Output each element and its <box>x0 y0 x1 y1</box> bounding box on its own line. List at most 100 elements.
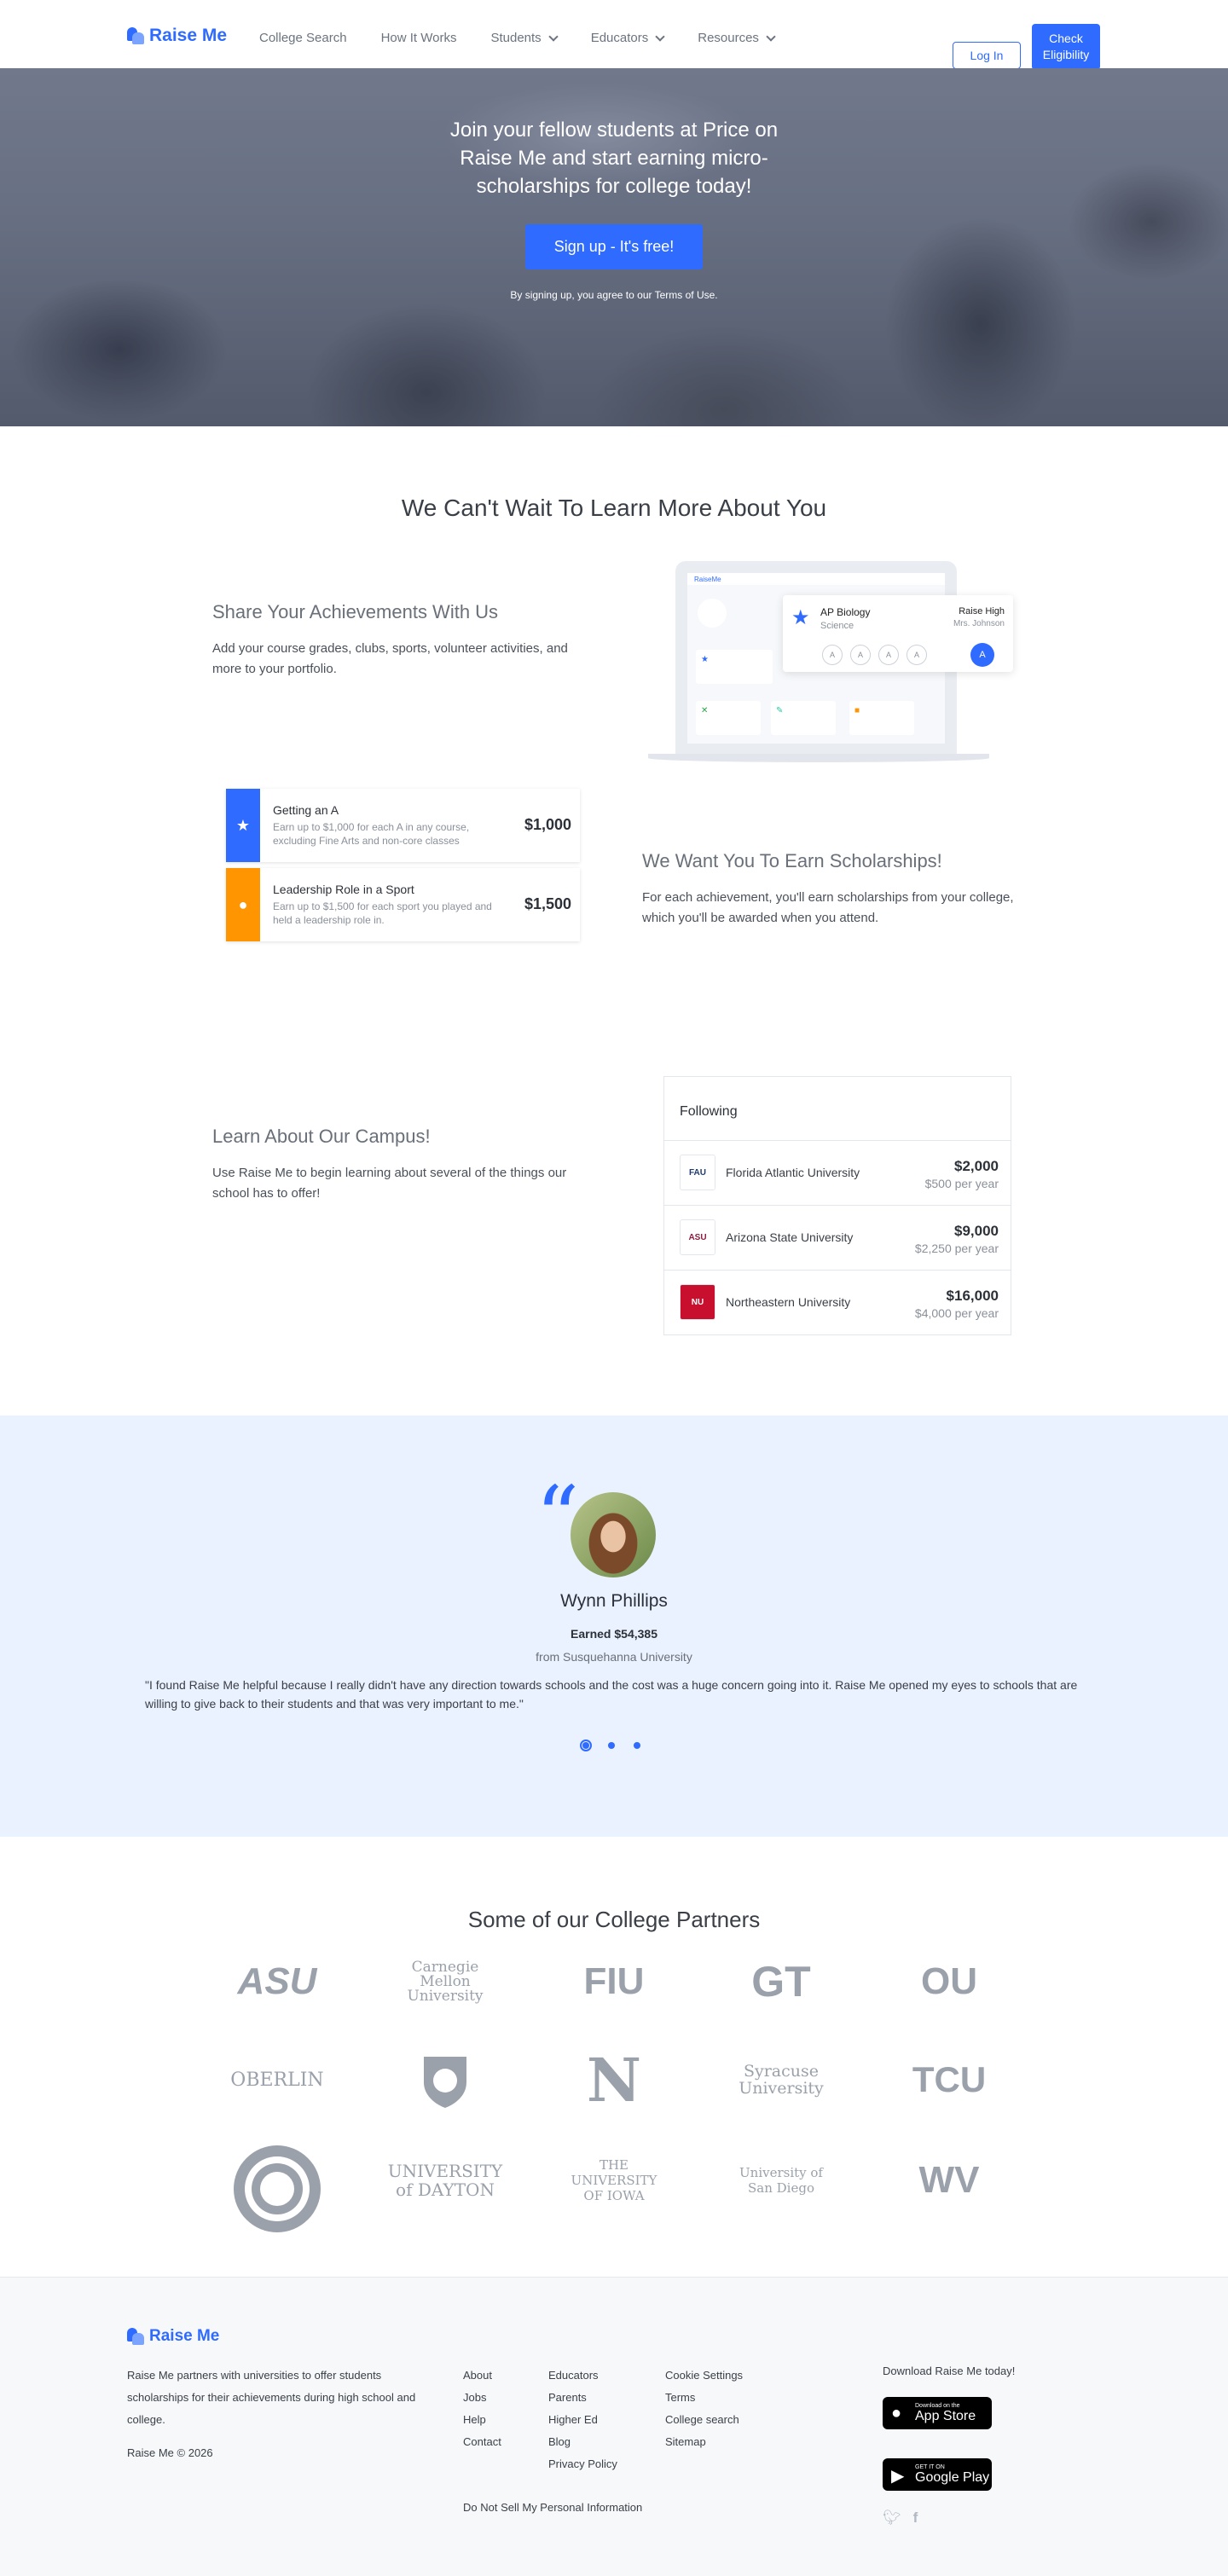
google-play-button[interactable]: ▶ GET IT ON Google Play <box>883 2458 992 2491</box>
university-logo: NU <box>680 1284 715 1320</box>
about-title: We Can't Wait To Learn More About You <box>401 495 827 521</box>
about-section: We Can't Wait To Learn More About You Sh… <box>0 426 1228 1415</box>
grade-option[interactable]: A <box>850 645 871 665</box>
partner-logo: TCU <box>912 2059 987 2099</box>
university-amount: $16,000 <box>946 1288 999 1304</box>
following-row[interactable]: ASU Arizona State University $9,000 $2,2… <box>664 1206 1011 1271</box>
scholarship-row: ★ Getting an A Earn up to $1,000 for eac… <box>226 789 580 862</box>
footer-link[interactable]: Terms <box>665 2387 743 2409</box>
nav-how-it-works[interactable]: How It Works <box>381 31 457 45</box>
feature-scholarships-title: We Want You To Earn Scholarships! <box>642 850 942 871</box>
footer-link[interactable]: Sitemap <box>665 2431 743 2453</box>
feature-scholarships: We Want You To Earn Scholarships! For ea… <box>642 850 1026 929</box>
partner-logo: FIU <box>583 1960 645 2002</box>
star-icon: ★ <box>226 789 260 862</box>
app-store-small: Download on the <box>915 2402 960 2409</box>
testimonial-name: Wynn Phillips <box>560 1591 668 1611</box>
footer-link[interactable]: Blog <box>548 2431 617 2453</box>
top-nav: Raise Me College Search How It Works Stu… <box>0 0 1228 70</box>
penn-state-shield-icon <box>424 2057 466 2108</box>
facebook-icon[interactable]: f <box>913 2509 918 2527</box>
twitter-icon[interactable]: 🐦︎ <box>883 2509 901 2527</box>
following-card: Following FAU Florida Atlantic Universit… <box>663 1076 1011 1335</box>
star-icon: ★ <box>791 606 810 629</box>
carousel-dot[interactable] <box>631 1740 643 1751</box>
carousel-dot[interactable] <box>580 1740 592 1751</box>
nav-college-search[interactable]: College Search <box>259 31 347 45</box>
check-eligibility-button[interactable]: Check Eligibility <box>1032 24 1100 70</box>
signup-button[interactable]: Sign up - It's free! <box>525 224 703 269</box>
medal-icon: ■ <box>854 706 860 715</box>
university-per-year: $4,000 per year <box>914 1306 999 1320</box>
following-row[interactable]: NU Northeastern University $16,000 $4,00… <box>664 1271 1011 1335</box>
footer-link[interactable]: Educators <box>548 2365 617 2387</box>
university-name: Northeastern University <box>726 1295 851 1309</box>
teacher-name: Mrs. Johnson <box>953 619 1005 628</box>
partners-title: Some of our College Partners <box>467 1907 761 1932</box>
grade-option[interactable]: A <box>822 645 843 665</box>
partner-logo: N <box>587 2044 641 2116</box>
university-name: Florida Atlantic University <box>726 1166 860 1179</box>
app-store-button[interactable]: ● Download on the App Store <box>883 2397 992 2429</box>
footer-link[interactable]: Cookie Settings <box>665 2365 743 2387</box>
university-of-chicago-seal-icon <box>234 2145 321 2232</box>
footer-link[interactable]: Parents <box>548 2387 617 2409</box>
star-icon: ★ <box>701 655 709 664</box>
carousel-dot[interactable] <box>605 1740 617 1751</box>
check-icon: ✕ <box>701 706 709 715</box>
footer-link[interactable]: Privacy Policy <box>548 2453 617 2475</box>
apple-icon: ● <box>891 2404 902 2423</box>
feature-campus-title: Learn About Our Campus! <box>212 1126 431 1147</box>
testimonial-quote: "I found Raise Me helpful because I real… <box>145 1678 1078 1711</box>
course-name: AP Biology <box>820 606 871 618</box>
scholarship-row: ● Leadership Role in a Sport Earn up to … <box>226 868 580 941</box>
footer-link[interactable]: Contact <box>463 2431 501 2453</box>
google-play-label: Google Play <box>915 2469 990 2485</box>
testimonial-section: “ Wynn Phillips Earned $54,385 from Susq… <box>0 1415 1228 1837</box>
nav-students[interactable]: Students <box>490 31 559 45</box>
laptop-illustration: RaiseMe ★ ✕ ✎ ■ ★ AP Biology Science Rai… <box>648 561 1013 766</box>
footer: Raise Me Raise Me partners with universi… <box>0 2277 1228 2576</box>
footer-col-3: Cookie Settings Terms College search Sit… <box>665 2365 743 2453</box>
university-amount: $9,000 <box>954 1223 999 1239</box>
grade-option[interactable]: A <box>907 645 927 665</box>
feature-achievements: Share Your Achievements With Us Add your… <box>212 601 596 680</box>
partner-logo <box>226 2142 328 2236</box>
partner-logo: THE UNIVERSITY OF IOWA <box>571 2157 657 2203</box>
footer-link[interactable]: About <box>463 2365 501 2387</box>
footer-logo[interactable]: Raise Me <box>127 2327 219 2346</box>
footer-copyright: Raise Me © 2026 <box>127 2446 213 2459</box>
pencil-icon: ✎ <box>776 706 784 715</box>
following-title: Following <box>664 1077 1011 1141</box>
partner-logo: Carnegie Mellon University <box>407 1958 484 2005</box>
feature-campus-text: Use Raise Me to begin learning about sev… <box>212 1166 567 1201</box>
university-per-year: $2,250 per year <box>914 1242 999 1255</box>
partner-logo: WV <box>918 2159 980 2201</box>
footer-link[interactable]: College search <box>665 2409 743 2431</box>
nav-resources[interactable]: Resources <box>698 31 776 45</box>
scholarship-value: $1,000 <box>524 816 571 833</box>
download-heading: Download Raise Me today! <box>883 2365 1016 2377</box>
partners-section: Some of our College Partners ASU Carnegi… <box>0 1837 1228 2277</box>
grade-option[interactable]: A <box>878 645 899 665</box>
feature-campus: Learn About Our Campus! Use Raise Me to … <box>212 1126 596 1204</box>
footer-link[interactable]: Jobs <box>463 2387 501 2409</box>
selected-grade[interactable]: A <box>970 643 994 667</box>
partner-logo: ASU <box>237 1960 317 2002</box>
social-links: 🐦︎ f <box>883 2509 918 2527</box>
google-play-icon: ▶ <box>891 2467 905 2486</box>
do-not-sell-link[interactable]: Do Not Sell My Personal Information <box>463 2501 642 2514</box>
raise-me-logo[interactable]: Raise Me <box>127 26 227 46</box>
testimonial-from: from Susquehanna University <box>536 1650 692 1664</box>
login-button[interactable]: Log In <box>953 42 1021 69</box>
footer-col-2: Educators Parents Higher Ed Blog Privacy… <box>548 2365 617 2475</box>
scholarship-value: $1,500 <box>524 895 571 912</box>
terms-notice: By signing up, you agree to our Terms of… <box>510 289 718 301</box>
following-row[interactable]: FAU Florida Atlantic University $2,000 $… <box>664 1141 1011 1206</box>
partner-logo: OU <box>921 1960 977 2002</box>
footer-link[interactable]: Help <box>463 2409 501 2431</box>
footer-link[interactable]: Higher Ed <box>548 2409 617 2431</box>
sport-icon: ● <box>226 868 260 941</box>
chevron-down-icon <box>766 31 776 42</box>
nav-educators[interactable]: Educators <box>591 31 665 45</box>
